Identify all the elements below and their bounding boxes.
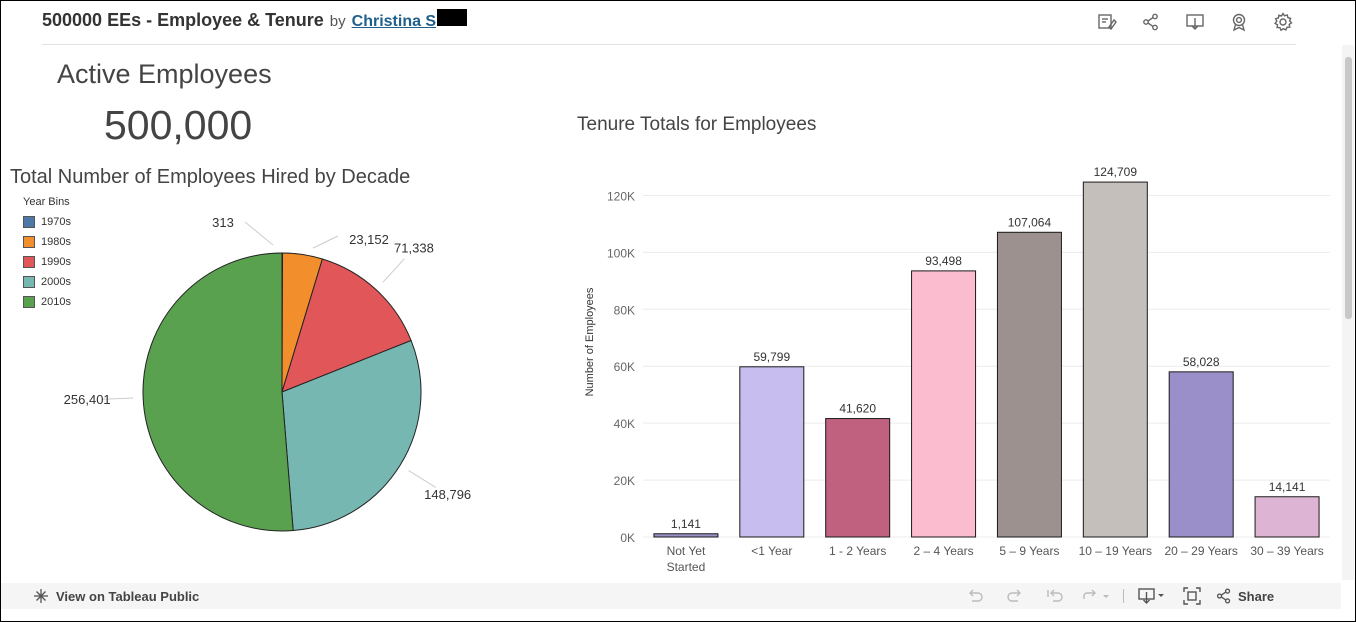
bar[interactable] xyxy=(1168,371,1234,538)
scrollbar-thumb[interactable] xyxy=(1345,57,1352,319)
x-tick-label: 20 – 29 Years xyxy=(1164,544,1237,558)
toolbar-separator xyxy=(1123,589,1124,603)
y-tick-label: 0K xyxy=(620,531,635,545)
x-tick-label: 10 – 19 Years xyxy=(1079,544,1152,558)
share-label: Share xyxy=(1238,588,1275,604)
revert-icon[interactable] xyxy=(1035,585,1075,607)
view-on-tableau-link[interactable]: View on Tableau Public xyxy=(33,588,199,604)
bar-data-label: 1,141 xyxy=(671,517,701,531)
tableau-logo-icon xyxy=(34,589,48,603)
bar[interactable] xyxy=(1254,496,1320,538)
bar-data-label: 41,620 xyxy=(839,402,876,416)
y-tick-label: 40K xyxy=(614,417,635,431)
bar-data-label: 14,141 xyxy=(1269,480,1306,494)
x-tick-label: 5 – 9 Years xyxy=(999,544,1059,558)
bar-data-label: 58,028 xyxy=(1183,355,1220,369)
footer-tools: Share xyxy=(955,585,1274,607)
bar-chart: 0K 20K 40K 60K 80K 100K 120K Number of Employee… xyxy=(584,165,1330,574)
bar[interactable] xyxy=(825,418,891,538)
bar[interactable] xyxy=(996,231,1062,538)
bar-data-label: 107,064 xyxy=(1008,215,1052,229)
share-button[interactable]: Share xyxy=(1216,588,1274,604)
x-tick-label: 2 – 4 Years xyxy=(914,544,974,558)
share-icon xyxy=(1216,588,1231,604)
view-on-tableau-label: View on Tableau Public xyxy=(56,588,200,604)
bar[interactable] xyxy=(911,270,977,538)
y-tick-label: 80K xyxy=(614,303,635,317)
y-tick-label: 120K xyxy=(607,189,635,203)
x-tick-label: <1 Year xyxy=(751,544,792,558)
vertical-scrollbar[interactable] xyxy=(1342,45,1354,580)
undo-icon[interactable] xyxy=(955,585,995,607)
x-tick-label: 30 – 39 Years xyxy=(1250,544,1323,558)
x-tick-label: 1 - 2 Years xyxy=(829,544,886,558)
refresh-icon[interactable] xyxy=(1075,585,1115,607)
bar-data-label: 59,799 xyxy=(753,350,790,364)
bar-data-label: 93,498 xyxy=(925,254,962,268)
bar[interactable] xyxy=(1082,181,1148,538)
bar[interactable] xyxy=(653,533,719,538)
y-tick-label: 100K xyxy=(607,246,635,260)
bar[interactable] xyxy=(739,366,805,538)
fullscreen-icon[interactable] xyxy=(1172,585,1212,607)
y-tick-label: 60K xyxy=(614,360,635,374)
bar-data-label: 124,709 xyxy=(1094,165,1138,179)
y-tick-label: 20K xyxy=(614,474,635,488)
y-axis-title: Number of Employees xyxy=(584,287,596,396)
x-tick-label: Started xyxy=(667,560,706,574)
x-tick-label: Not Yet xyxy=(667,544,706,558)
download-menu-icon[interactable] xyxy=(1132,585,1172,607)
redo-icon[interactable] xyxy=(995,585,1035,607)
